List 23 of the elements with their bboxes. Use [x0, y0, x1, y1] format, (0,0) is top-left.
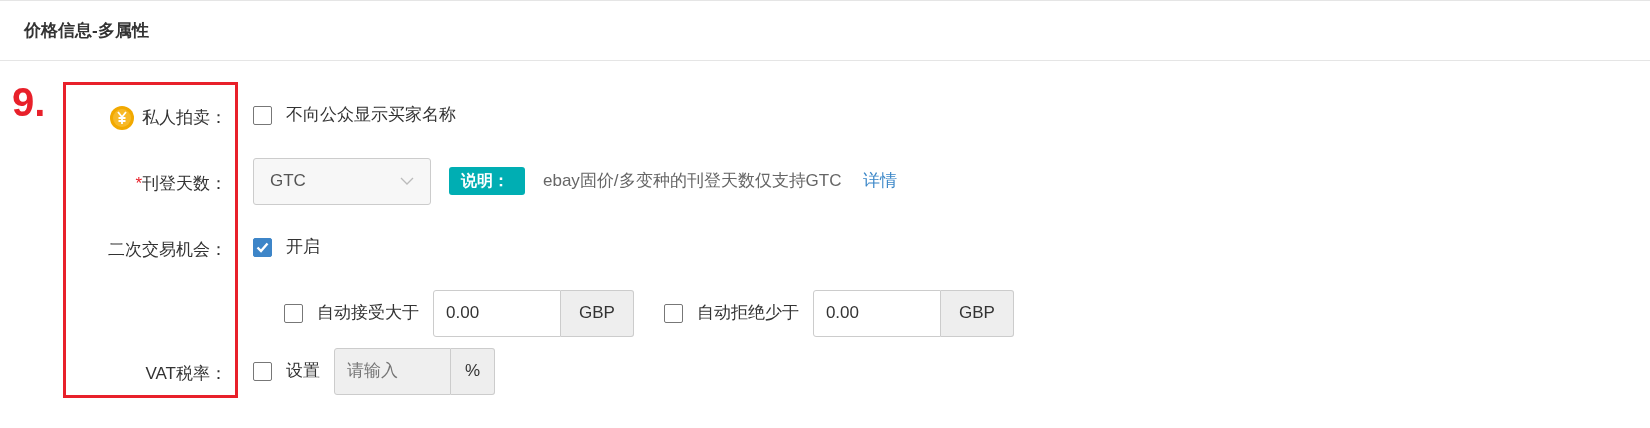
- checkbox-label: 开启: [286, 236, 320, 259]
- checkbox-label: 自动拒绝少于: [696, 302, 799, 325]
- price-input[interactable]: 0.00: [433, 289, 561, 337]
- checkbox[interactable]: [253, 105, 272, 125]
- price-input[interactable]: 0.00: [812, 289, 941, 337]
- checkbox[interactable]: [253, 237, 272, 257]
- annotation-number: 9.: [12, 80, 46, 124]
- checkbox-label: 设置: [286, 360, 320, 383]
- field-label: *刊登天数：: [135, 173, 227, 196]
- checkbox-label: 自动接受大于: [317, 302, 419, 325]
- currency-addon: GBP: [940, 289, 1014, 337]
- chevron-down-icon: [400, 177, 414, 185]
- percent-addon: %: [451, 347, 496, 395]
- field-label: 二次交易机会：: [108, 239, 227, 262]
- checkbox[interactable]: [663, 303, 683, 323]
- field-label: VAT税率：: [145, 363, 227, 386]
- checkbox[interactable]: [284, 303, 303, 323]
- note-text: ebay固价/多变种的刊登天数仅支持GTC: [543, 170, 842, 193]
- field-label: 私人拍卖：: [142, 107, 227, 130]
- section-title: 价格信息-多属性: [24, 19, 149, 42]
- currency-addon: GBP: [561, 289, 634, 337]
- note-badge: 说明：: [449, 167, 525, 195]
- checkbox-label: 不向公众显示买家名称: [286, 104, 456, 127]
